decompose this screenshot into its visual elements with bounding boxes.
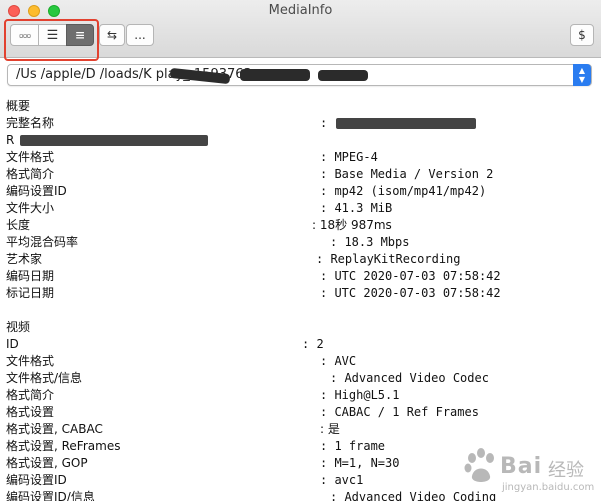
media-info-text-view: 概要 完整名称 : R 文件格式 : MPEG-4 格式简介 : Base Me… (6, 98, 596, 501)
info-row: 格式简介 : Base Media / Version 2 (6, 167, 494, 181)
info-row: 艺术家 : ReplayKitRecording (6, 252, 461, 266)
swap-arrows-icon: ⇆ (106, 28, 118, 42)
info-row: 格式设置 : CABAC / 1 Ref Frames (6, 405, 479, 419)
redaction-scribble (318, 70, 368, 81)
section-header-general: 概要 (6, 99, 31, 113)
watermark-brand: Bai (500, 454, 543, 479)
section-header-video: 视频 (6, 320, 31, 334)
more-options-button[interactable]: ... (126, 24, 154, 46)
info-row: 长度 : 18秒 987ms (6, 218, 392, 232)
info-row: 文件大小 : 41.3 MiB (6, 201, 393, 215)
dollar-icon: $ (578, 28, 586, 42)
info-row: 标记日期 : UTC 2020-07-03 07:58:42 (6, 286, 501, 300)
info-row: 编码日期 : UTC 2020-07-03 07:58:42 (6, 269, 501, 283)
info-row: 编码设置ID : mp42 (isom/mp41/mp42) (6, 184, 487, 198)
redaction-scribble (240, 69, 310, 81)
mediainfo-window: MediaInfo ▫▫▫ ☰ ≡ ⇆ ... $ /Us /apple/D /… (0, 0, 601, 501)
info-row: 文件格式/信息 : Advanced Video Codec (6, 371, 489, 385)
sponsor-button[interactable]: $ (570, 24, 594, 46)
info-row: 文件格式 : MPEG-4 (6, 150, 378, 164)
window-title: MediaInfo (268, 3, 333, 18)
info-row: 完整名称 : (6, 115, 596, 132)
info-row: 文件格式 : AVC (6, 354, 357, 368)
info-row: 平均混合码率 : 18.3 Mbps (6, 235, 410, 249)
watermark-url: jingyan.baidu.com (502, 482, 595, 493)
swap-button[interactable]: ⇆ (99, 24, 125, 46)
watermark-brand-cn: 经验 (548, 460, 584, 481)
paw-logo-icon (464, 448, 494, 482)
title-toolbar: MediaInfo ▫▫▫ ☰ ≡ ⇆ ... $ (0, 0, 601, 61)
info-row: ID : 2 (6, 337, 324, 351)
path-dropdown-stepper[interactable]: ▲ ▼ (573, 64, 591, 86)
info-row: R (6, 132, 596, 149)
baidu-jingyan-watermark: Bai 经验 jingyan.baidu.com (462, 442, 598, 498)
ellipsis-icon: ... (134, 28, 146, 42)
redacted-value (336, 118, 476, 129)
info-row: 格式简介 : High@L5.1 (6, 388, 400, 402)
chevron-down-icon: ▼ (578, 75, 586, 84)
redacted-value (20, 135, 208, 146)
chevron-up-icon: ▲ (578, 66, 586, 75)
highlight-annotation-box (4, 19, 99, 61)
file-path-selector[interactable]: /Us /apple/D /loads/K play_ 1593763 ▲ ▼ (7, 64, 592, 86)
info-row: 格式设置, CABAC : 是 (6, 422, 340, 436)
